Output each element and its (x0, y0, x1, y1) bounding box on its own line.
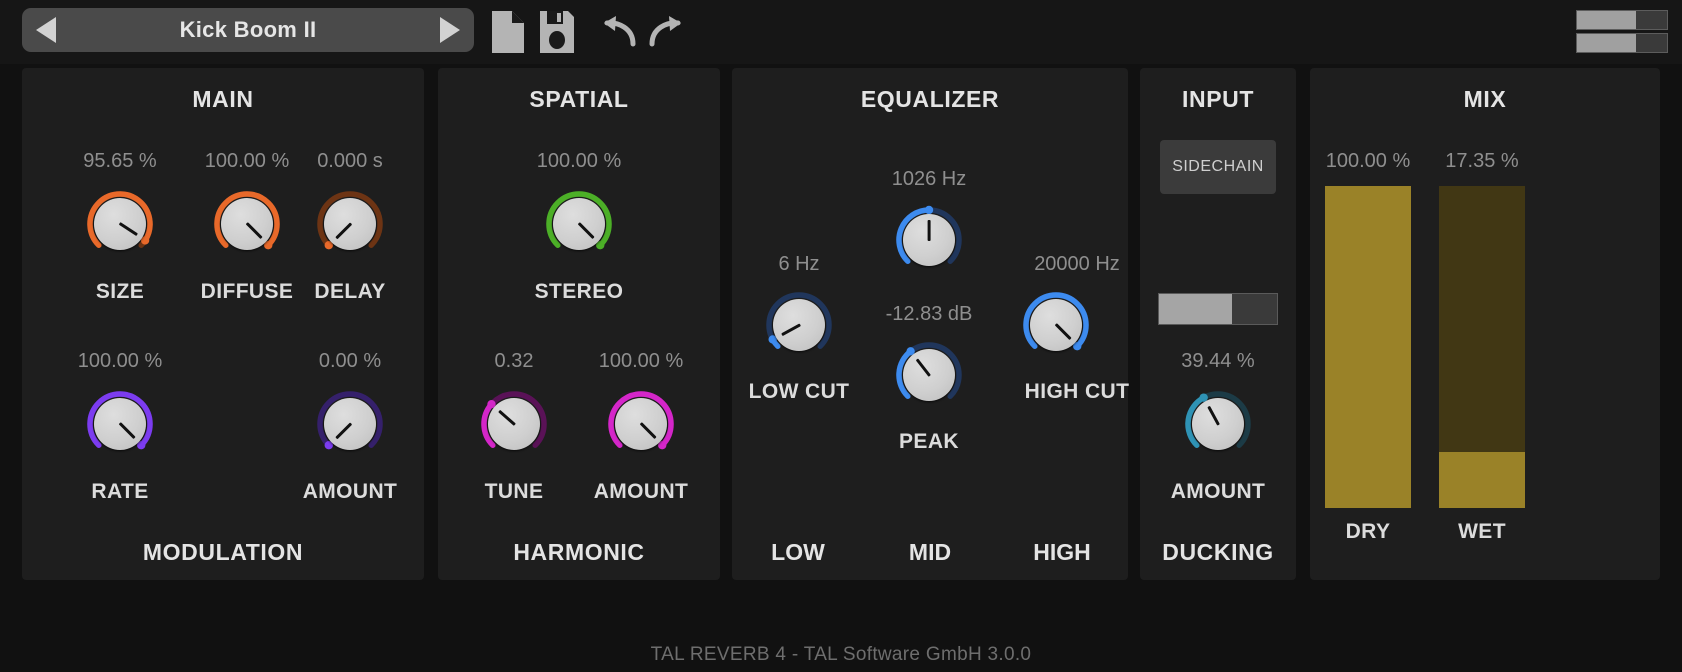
mod-amount-knob[interactable] (312, 386, 388, 462)
eq-peak-value: -12.83 dB (829, 303, 1029, 326)
preset-next-icon[interactable] (440, 17, 460, 43)
eq-mid-freq-value: 1026 Hz (829, 168, 1029, 191)
panel-ducking-title: DUCKING (1140, 539, 1296, 566)
meter-right-fill (1577, 34, 1636, 52)
dry-bar-fill (1325, 186, 1411, 508)
stereo-knob[interactable] (541, 186, 617, 262)
delay-value: 0.000 s (290, 150, 410, 173)
harmonic-amount-value: 100.00 % (581, 350, 701, 373)
eq-low-label: LOW (732, 539, 864, 566)
diffuse-value: 100.00 % (187, 150, 307, 173)
delay-label: DELAY (290, 280, 410, 304)
panel-input: INPUT DUCKING SIDECHAIN 39.44 % AMOUNT (1140, 68, 1296, 580)
mod-rate-label: RATE (60, 480, 180, 504)
undo-arrow-icon[interactable] (600, 14, 640, 55)
harmonic-tune-label: TUNE (454, 480, 574, 504)
eq-band-labels: LOW MID HIGH (732, 539, 1128, 566)
wet-bar-fill (1439, 452, 1525, 508)
harmonic-tune-knob[interactable] (476, 386, 552, 462)
sidechain-button[interactable]: SIDECHAIN (1160, 140, 1276, 194)
panel-harmonic-title: HARMONIC (438, 539, 720, 566)
redo-arrow-icon[interactable] (645, 14, 685, 55)
preset-name-label[interactable]: Kick Boom II (56, 17, 440, 43)
eq-mid-label: MID (864, 539, 996, 566)
preset-selector[interactable]: Kick Boom II (22, 8, 474, 52)
panel-mix-title: MIX (1310, 86, 1660, 113)
list-item[interactable] (1576, 33, 1668, 53)
harmonic-amount-label: AMOUNT (581, 480, 701, 504)
mod-rate-knob[interactable] (82, 386, 158, 462)
meter-left-fill (1577, 11, 1636, 29)
size-knob[interactable] (82, 186, 158, 262)
panel-spatial: SPATIAL HARMONIC 100.00 % STEREO 0.32 TU… (438, 68, 720, 580)
eq-high-cut-knob[interactable] (1018, 287, 1094, 363)
level-meters (1576, 10, 1668, 56)
eq-mid-freq-knob[interactable] (891, 202, 967, 278)
dry-bar[interactable] (1325, 186, 1411, 508)
dry-value: 100.00 % (1308, 150, 1428, 173)
size-label: SIZE (60, 280, 180, 304)
size-value: 95.65 % (60, 150, 180, 173)
eq-peak-knob[interactable] (891, 337, 967, 413)
plugin-window: Kick Boom II (0, 0, 1682, 672)
ducking-amount-value: 39.44 % (1158, 350, 1278, 373)
stereo-label: STEREO (519, 280, 639, 304)
panel-main: MAIN MODULATION 95.65 % SIZE 100.00 % DI… (22, 68, 424, 580)
panel-modulation-title: MODULATION (22, 539, 424, 566)
panel-input-title: INPUT (1140, 86, 1296, 113)
status-bar: TAL REVERB 4 - TAL Software GmbH 3.0.0 (0, 644, 1682, 666)
panel-main-title: MAIN (22, 86, 424, 113)
diffuse-knob[interactable] (209, 186, 285, 262)
preset-prev-icon[interactable] (36, 17, 56, 43)
file-new-icon[interactable] (489, 9, 527, 60)
eq-low-cut-label: LOW CUT (724, 380, 874, 404)
panel-equalizer-title: EQUALIZER (732, 86, 1128, 113)
top-toolbar: Kick Boom II (0, 0, 1682, 64)
stereo-value: 100.00 % (519, 150, 639, 173)
mod-rate-value: 100.00 % (60, 350, 180, 373)
wet-value: 17.35 % (1422, 150, 1542, 173)
ducking-amount-label: AMOUNT (1158, 480, 1278, 504)
panel-mix: MIX 100.00 % DRY 17.35 % WET (1310, 68, 1660, 580)
panel-spatial-title: SPATIAL (438, 86, 720, 113)
mod-amount-label: AMOUNT (290, 480, 410, 504)
input-gain-slider-fill (1159, 294, 1232, 324)
floppy-save-icon[interactable] (538, 9, 576, 60)
list-item[interactable] (1576, 10, 1668, 30)
wet-bar[interactable] (1439, 186, 1525, 508)
wet-label: WET (1422, 520, 1542, 544)
dry-label: DRY (1308, 520, 1428, 544)
harmonic-tune-value: 0.32 (454, 350, 574, 373)
panel-equalizer: EQUALIZER LOW MID HIGH 1026 Hz 6 Hz LOW … (732, 68, 1128, 580)
eq-peak-label: PEAK (829, 430, 1029, 454)
ducking-amount-knob[interactable] (1180, 386, 1256, 462)
delay-knob[interactable] (312, 186, 388, 262)
eq-low-cut-knob[interactable] (761, 287, 837, 363)
diffuse-label: DIFFUSE (187, 280, 307, 304)
eq-low-cut-value: 6 Hz (724, 253, 874, 276)
input-gain-slider[interactable] (1158, 293, 1278, 325)
eq-high-label: HIGH (996, 539, 1128, 566)
harmonic-amount-knob[interactable] (603, 386, 679, 462)
mod-amount-value: 0.00 % (290, 350, 410, 373)
